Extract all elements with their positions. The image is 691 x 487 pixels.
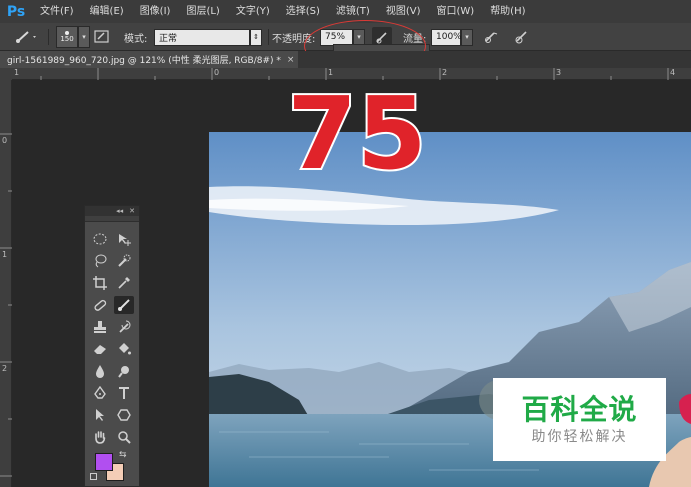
ruler-label: 3 — [556, 68, 562, 77]
brush-icon — [16, 31, 36, 43]
dodge-tool[interactable] — [114, 362, 134, 380]
brush-size-picker[interactable]: 150 ▾ — [56, 23, 90, 51]
ruler-label: 4 — [670, 68, 676, 77]
menu-file[interactable]: 文件(F) — [32, 0, 82, 23]
menu-view[interactable]: 视图(V) — [378, 0, 429, 23]
ruler-label: 1 — [2, 250, 8, 259]
brush-tool-preset-button[interactable] — [14, 23, 38, 51]
move-icon — [119, 234, 131, 246]
pen-pressure-size-icon — [515, 31, 527, 44]
default-colors-icon[interactable] — [90, 473, 97, 480]
paint-bucket-icon — [119, 343, 131, 355]
watermark-badge: 百科全说 助你轻松解决 — [493, 378, 666, 461]
marquee-icon — [93, 233, 107, 245]
type-tool[interactable] — [114, 384, 134, 402]
history-brush-tool[interactable] — [114, 318, 134, 336]
mode-label: 模式: — [124, 33, 148, 45]
zoom-tool[interactable] — [114, 428, 134, 446]
move-tool[interactable] — [114, 230, 134, 248]
paint-bucket-tool[interactable] — [114, 340, 134, 358]
close-icon[interactable]: ✕ — [129, 207, 135, 215]
ruler-corner — [0, 68, 12, 80]
ruler-label: 0 — [2, 136, 8, 145]
opacity-annotation-number: 75 — [292, 73, 422, 184]
ruler-label: 2 — [442, 68, 448, 77]
pen-tool[interactable] — [90, 384, 110, 402]
document-tab-bar: girl-1561989_960_720.jpg @ 121% (中性 柔光图层… — [0, 51, 691, 68]
menu-window[interactable]: 窗口(W) — [428, 0, 482, 23]
brush-icon — [118, 299, 130, 311]
dodge-icon — [118, 366, 129, 378]
blur-tool[interactable] — [90, 362, 110, 380]
menu-select[interactable]: 选择(S) — [278, 0, 328, 23]
marquee-tool[interactable] — [90, 230, 110, 248]
menu-help[interactable]: 帮助(H) — [482, 0, 533, 23]
ruler-label: 1 — [14, 68, 20, 77]
history-brush-icon — [119, 320, 131, 333]
healing-brush-tool[interactable] — [90, 296, 110, 314]
menu-image[interactable]: 图像(I) — [132, 0, 179, 23]
eyedropper-tool[interactable] — [114, 274, 134, 292]
document-tab-title: girl-1561989_960_720.jpg @ 121% (中性 柔光图层… — [7, 56, 281, 66]
eraser-tool[interactable] — [90, 340, 110, 358]
chevron-down-icon[interactable]: ▾ — [461, 28, 473, 46]
hand-tool[interactable] — [90, 428, 110, 446]
watermark-subtitle: 助你轻松解决 — [531, 428, 628, 445]
eraser-icon — [94, 345, 106, 354]
quick-selection-icon — [118, 254, 131, 267]
stamp-icon — [94, 321, 106, 333]
menu-layer[interactable]: 图层(L) — [178, 0, 227, 23]
separator — [268, 29, 269, 45]
chevron-down-icon: ⇕ — [250, 28, 262, 46]
separator — [48, 29, 49, 45]
ruler-vertical[interactable]: 0 1 2 — [0, 80, 12, 487]
panel-grip[interactable] — [85, 216, 139, 222]
pen-icon — [94, 386, 106, 399]
brush-tool[interactable] — [114, 296, 134, 314]
flow-value: 100% — [431, 28, 462, 46]
tools-panel-header[interactable]: ◂◂ ✕ — [85, 206, 139, 216]
menu-list: 文件(F) 编辑(E) 图像(I) 图层(L) 文字(Y) 选择(S) 滤镜(T… — [32, 0, 534, 23]
chevron-down-icon[interactable]: ▾ — [78, 26, 90, 48]
watermark-title: 百科全说 — [521, 392, 638, 426]
shape-tool[interactable] — [114, 406, 134, 424]
hand-icon — [95, 431, 106, 444]
photoshop-logo: Ps — [6, 3, 26, 20]
drop-icon — [96, 365, 104, 378]
mode-value: 正常 — [154, 28, 250, 46]
crop-icon — [93, 276, 107, 290]
menu-edit[interactable]: 编辑(E) — [82, 0, 132, 23]
lasso-tool[interactable] — [90, 252, 110, 270]
mode-select[interactable]: 正常 ⇕ — [154, 23, 262, 51]
collapse-icon[interactable]: ◂◂ — [116, 207, 123, 215]
crop-tool[interactable] — [90, 274, 110, 292]
foreground-color-swatch[interactable] — [95, 453, 113, 471]
ruler-label: 0 — [214, 68, 220, 77]
ruler-label: 2 — [2, 364, 8, 373]
brush-size-value: 150 — [60, 34, 74, 43]
lasso-icon — [95, 254, 107, 268]
quick-selection-tool[interactable] — [114, 252, 134, 270]
menu-type[interactable]: 文字(Y) — [228, 0, 278, 23]
clone-stamp-tool[interactable] — [90, 318, 110, 336]
toggle-brush-panel-button[interactable] — [94, 23, 110, 51]
tools-panel: ◂◂ ✕ ⇆ — [84, 205, 140, 487]
close-icon[interactable]: × — [287, 55, 295, 65]
path-selection-tool[interactable] — [90, 406, 110, 424]
arrow-icon — [96, 409, 104, 421]
airbrush-icon — [485, 32, 498, 43]
eyedropper-icon — [118, 277, 130, 289]
magnifier-icon — [118, 431, 131, 444]
airbrush-button[interactable] — [484, 23, 500, 51]
brush-panel-icon — [94, 30, 109, 43]
document-tab[interactable]: girl-1561989_960_720.jpg @ 121% (中性 柔光图层… — [0, 51, 298, 68]
type-icon — [119, 387, 129, 399]
svg-text:75: 75 — [292, 75, 422, 184]
menu-bar: Ps 文件(F) 编辑(E) 图像(I) 图层(L) 文字(Y) 选择(S) 滤… — [0, 0, 691, 23]
hexagon-icon — [117, 409, 131, 421]
flow-input[interactable]: 100% ▾ — [431, 23, 473, 51]
pressure-size-button[interactable] — [514, 23, 530, 51]
bandage-icon — [94, 299, 107, 311]
swap-colors-icon[interactable]: ⇆ — [119, 450, 127, 460]
